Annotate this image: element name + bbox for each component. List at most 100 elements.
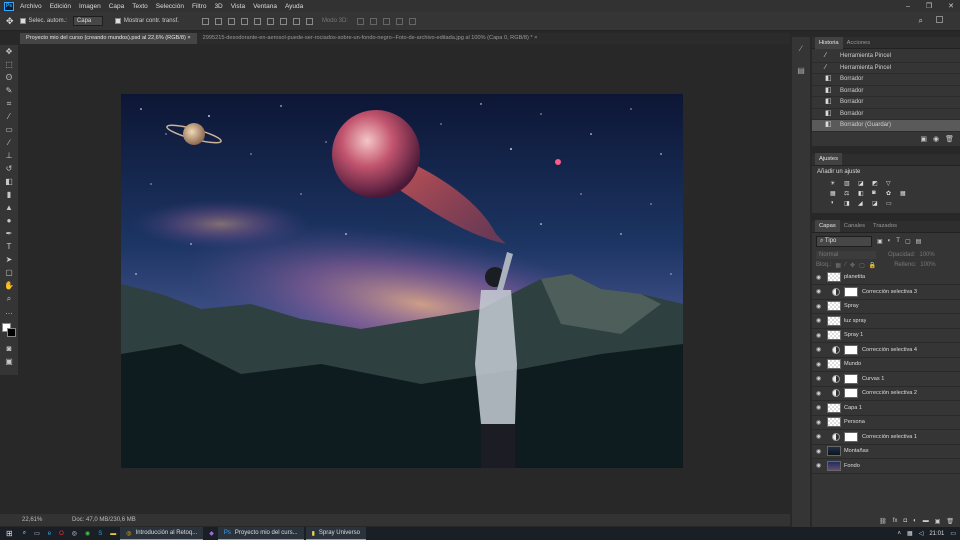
- menu-3d[interactable]: 3D: [214, 3, 222, 10]
- layer-thumbnail[interactable]: [827, 315, 841, 326]
- new-layer-icon[interactable]: ▣: [935, 518, 941, 525]
- layer-row[interactable]: ◉ Mundo: [812, 358, 960, 372]
- edge-icon[interactable]: e: [44, 527, 55, 540]
- menu-ayuda[interactable]: Ayuda: [285, 3, 303, 10]
- layer-thumbnail[interactable]: [827, 417, 841, 428]
- layer-row[interactable]: ◉ Fondo: [812, 459, 960, 474]
- gradient-tool-icon[interactable]: ▮: [0, 188, 18, 201]
- clock[interactable]: 21:01: [929, 531, 944, 537]
- transform-controls-checkbox[interactable]: [114, 18, 121, 24]
- visibility-eye-icon[interactable]: ◉: [816, 390, 824, 397]
- color-balance-icon[interactable]: ⚖: [844, 190, 855, 197]
- channel-mixer-icon[interactable]: ✿: [886, 190, 897, 197]
- add-mask-icon[interactable]: ◘: [903, 518, 907, 525]
- brightness-icon[interactable]: ☀: [830, 180, 841, 187]
- close-icon[interactable]: ×: [187, 35, 190, 41]
- brush-tool-icon[interactable]: ∕: [0, 136, 18, 149]
- link-icon[interactable]: ⛓: [879, 518, 887, 525]
- visibility-eye-icon[interactable]: ◉: [816, 346, 824, 353]
- task-chrome[interactable]: ◎ Introducción al Retoq...: [120, 527, 204, 540]
- task-view-icon[interactable]: ▭: [30, 527, 44, 540]
- marquee-tool-icon[interactable]: ⬚: [0, 58, 18, 71]
- visibility-eye-icon[interactable]: ◉: [816, 332, 824, 339]
- quick-mask-icon[interactable]: ◙: [0, 342, 18, 355]
- menu-capa[interactable]: Capa: [109, 3, 125, 10]
- visibility-eye-icon[interactable]: ◉: [816, 404, 824, 411]
- blur-tool-icon[interactable]: ▲: [0, 201, 18, 214]
- layer-mask-thumbnail[interactable]: [844, 431, 858, 442]
- brush-panel-icon[interactable]: ∕: [792, 37, 810, 59]
- tab-canales[interactable]: Canales: [840, 223, 869, 229]
- layer-mask-thumbnail[interactable]: [844, 388, 858, 399]
- layer-row[interactable]: ◉ Corrección selectiva 1: [812, 430, 960, 445]
- history-item[interactable]: ◧ Borrador: [812, 109, 960, 120]
- pan-3d-icon[interactable]: [382, 17, 390, 25]
- tab-trazados[interactable]: Trazados: [869, 223, 901, 229]
- filter-pixel-icon[interactable]: ▣: [877, 238, 883, 245]
- curves-icon[interactable]: ◪: [858, 180, 869, 187]
- menu-ventana[interactable]: Ventana: [253, 3, 277, 10]
- history-item[interactable]: ∕ Herramienta Pincel: [812, 51, 960, 63]
- layer-filter-dropdown[interactable]: ⌕ Tipo: [816, 235, 872, 247]
- align-right-icon[interactable]: [266, 17, 274, 25]
- hue-saturation-icon[interactable]: ▦: [830, 190, 841, 197]
- visibility-eye-icon[interactable]: ◉: [816, 317, 824, 324]
- layer-row[interactable]: ◉ Capa 1: [812, 401, 960, 416]
- volume-icon[interactable]: ◁: [919, 530, 924, 537]
- lock-artboard-icon[interactable]: ▢: [859, 262, 865, 269]
- close-icon[interactable]: ×: [534, 35, 537, 41]
- menu-seleccion[interactable]: Selección: [156, 3, 184, 10]
- visibility-eye-icon[interactable]: ◉: [816, 462, 824, 469]
- exposure-icon[interactable]: ◩: [872, 180, 883, 187]
- search-icon[interactable]: ⌕: [19, 527, 30, 540]
- black-white-icon[interactable]: ◧: [858, 190, 869, 197]
- type-tool-icon[interactable]: T: [0, 240, 18, 253]
- dodge-tool-icon[interactable]: ●: [0, 214, 18, 227]
- roll-3d-icon[interactable]: [369, 17, 377, 25]
- layer-thumbnail[interactable]: [827, 359, 841, 370]
- visibility-eye-icon[interactable]: ◉: [816, 303, 824, 310]
- layer-row[interactable]: ◉ Persona: [812, 416, 960, 430]
- align-left-icon[interactable]: [240, 17, 248, 25]
- clone-stamp-tool-icon[interactable]: ⊥: [0, 149, 18, 162]
- path-select-tool-icon[interactable]: ➤: [0, 253, 18, 266]
- healing-tool-icon[interactable]: ▭: [0, 123, 18, 136]
- layer-thumbnail[interactable]: [827, 272, 841, 283]
- photo-filter-icon[interactable]: ◙: [872, 190, 883, 197]
- tab-historia[interactable]: Historia: [815, 36, 843, 49]
- lock-all-icon[interactable]: 🔒: [869, 262, 876, 269]
- crop-tool-icon[interactable]: ⌗: [0, 97, 18, 110]
- layer-thumbnail[interactable]: [827, 402, 841, 413]
- tab-proyecto[interactable]: Proyecto mio del curso (creando mundos).…: [20, 33, 197, 44]
- visibility-eye-icon[interactable]: ◉: [816, 448, 824, 455]
- task-photoshop[interactable]: Ps Proyecto mio del curs...: [217, 527, 304, 540]
- start-button[interactable]: ⊞: [0, 527, 19, 540]
- filter-shape-icon[interactable]: ▢: [905, 238, 911, 245]
- align-middle-icon[interactable]: [214, 17, 222, 25]
- layer-mask-thumbnail[interactable]: [844, 286, 858, 297]
- tor-icon[interactable]: ◆: [205, 527, 218, 540]
- filter-type-icon[interactable]: T: [896, 238, 900, 244]
- skype-icon[interactable]: S: [94, 527, 106, 540]
- layer-thumbnail[interactable]: [827, 301, 841, 312]
- lock-move-icon[interactable]: ✥: [850, 262, 855, 269]
- search-icon[interactable]: ⌕: [919, 16, 923, 26]
- move-tool-icon[interactable]: ✥: [6, 16, 14, 27]
- tab-spray[interactable]: 2995215-desodorante-en-aerosol-puede-ser…: [196, 33, 557, 44]
- lasso-tool-icon[interactable]: ʘ: [0, 71, 18, 84]
- layer-thumbnail[interactable]: [827, 330, 841, 341]
- filter-adjust-icon[interactable]: ◐: [888, 238, 892, 244]
- minimize-icon[interactable]: –: [906, 3, 910, 10]
- close-icon[interactable]: ✕: [948, 2, 954, 10]
- layer-row[interactable]: ◉ Montañas: [812, 445, 960, 459]
- history-item[interactable]: ◧ Borrador: [812, 97, 960, 109]
- folder-icon[interactable]: ▬: [106, 527, 120, 540]
- invert-icon[interactable]: ◑: [830, 200, 841, 207]
- group-folder-icon[interactable]: ▬: [923, 518, 929, 525]
- chrome-icon[interactable]: ◎: [68, 527, 81, 540]
- visibility-eye-icon[interactable]: ◉: [816, 433, 824, 440]
- layer-row[interactable]: ◉ Spray: [812, 300, 960, 314]
- history-item[interactable]: ◧ Borrador: [812, 86, 960, 97]
- properties-panel-icon[interactable]: ▤: [792, 59, 810, 81]
- network-icon[interactable]: ▦: [907, 530, 913, 537]
